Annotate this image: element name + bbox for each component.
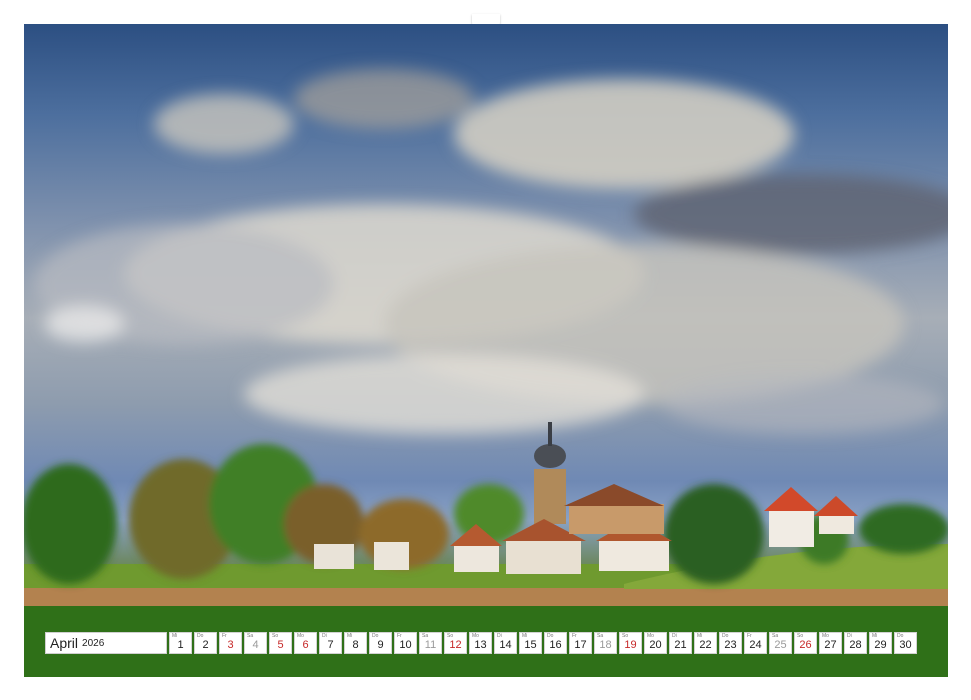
calendar-day-cell: Do 2 bbox=[194, 632, 217, 654]
calendar-day-cell: Fr 3 bbox=[219, 632, 242, 654]
calendar-day-cell: Do 30 bbox=[894, 632, 917, 654]
calendar-day-cell: Mo 6 bbox=[294, 632, 317, 654]
day-number: 26 bbox=[799, 639, 812, 651]
calendar-day-cell: Fr 17 bbox=[569, 632, 592, 654]
calendar-day-cell: Di 21 bbox=[669, 632, 692, 654]
clouds bbox=[34, 69, 948, 434]
day-number: 8 bbox=[352, 639, 359, 651]
day-number: 15 bbox=[524, 639, 537, 651]
calendar-day-cell: Sa 25 bbox=[769, 632, 792, 654]
calendar-day-cell: Mo 20 bbox=[644, 632, 667, 654]
calendar-day-cell: Mi 15 bbox=[519, 632, 542, 654]
weekday-abbr: Di bbox=[322, 633, 327, 639]
month-name: April bbox=[50, 635, 79, 651]
calendar-day-cell: Fr 24 bbox=[744, 632, 767, 654]
landscape-photo bbox=[24, 24, 948, 677]
day-number: 23 bbox=[724, 639, 737, 651]
weekday-abbr: Fr bbox=[222, 633, 227, 639]
calendar-day-cell: Di 14 bbox=[494, 632, 517, 654]
day-number: 7 bbox=[327, 639, 334, 651]
day-number: 25 bbox=[774, 639, 787, 651]
day-number: 10 bbox=[399, 639, 412, 651]
day-number: 22 bbox=[699, 639, 712, 651]
day-number: 11 bbox=[424, 639, 437, 651]
calendar-day-cell: Mi 22 bbox=[694, 632, 717, 654]
calendar-day-cell: Do 16 bbox=[544, 632, 567, 654]
day-number: 28 bbox=[849, 639, 862, 651]
day-number: 27 bbox=[824, 639, 837, 651]
day-number: 19 bbox=[624, 639, 637, 651]
calendar-day-cell: Mi 29 bbox=[869, 632, 892, 654]
calendar-day-cell: Mi 1 bbox=[169, 632, 192, 654]
day-number: 9 bbox=[377, 639, 384, 651]
calendar-day-cell: Sa 4 bbox=[244, 632, 267, 654]
month-year: 2026 bbox=[82, 637, 105, 649]
day-number: 29 bbox=[874, 639, 887, 651]
day-number: 20 bbox=[649, 639, 662, 651]
calendar-day-cell: Do 9 bbox=[369, 632, 392, 654]
day-number: 18 bbox=[599, 639, 612, 651]
calendar-day-cell: Mi 8 bbox=[344, 632, 367, 654]
day-number: 14 bbox=[499, 639, 512, 651]
calendar-day-cell: So 12 bbox=[444, 632, 467, 654]
calendar-day-cell: Do 23 bbox=[719, 632, 742, 654]
calendar-day-cell: Fr 10 bbox=[394, 632, 417, 654]
calendar-day-cell: Di 28 bbox=[844, 632, 867, 654]
day-number: 17 bbox=[574, 639, 587, 651]
calendar-day-cell: Sa 11 bbox=[419, 632, 442, 654]
day-number: 24 bbox=[749, 639, 762, 651]
calendar-day-cell: So 19 bbox=[619, 632, 642, 654]
day-number: 30 bbox=[899, 639, 912, 651]
day-number: 16 bbox=[549, 639, 562, 651]
calendar-day-cell: So 26 bbox=[794, 632, 817, 654]
calendar-day-cell: Di 7 bbox=[319, 632, 342, 654]
day-number: 4 bbox=[252, 639, 259, 651]
day-number: 13 bbox=[474, 639, 487, 651]
calendar-day-cell: Mo 13 bbox=[469, 632, 492, 654]
day-number: 6 bbox=[302, 639, 309, 651]
day-number: 12 bbox=[449, 639, 462, 651]
day-number: 5 bbox=[277, 639, 284, 651]
village-scene bbox=[24, 69, 948, 677]
month-label-cell: April 2026 bbox=[45, 632, 167, 654]
day-number: 1 bbox=[177, 639, 184, 651]
day-number: 2 bbox=[202, 639, 209, 651]
calendar-day-cell: So 5 bbox=[269, 632, 292, 654]
month-calendar-strip: April 2026 Mi 1 Do 2 Fr 3 Sa 4 So 5 Mo 6 Di 7 Mi 8 Do 9 Fr… bbox=[45, 632, 917, 654]
calendar-day-cell: Sa 18 bbox=[594, 632, 617, 654]
day-number: 3 bbox=[227, 639, 234, 651]
calendar-day-cell: Mo 27 bbox=[819, 632, 842, 654]
day-number: 21 bbox=[674, 639, 687, 651]
